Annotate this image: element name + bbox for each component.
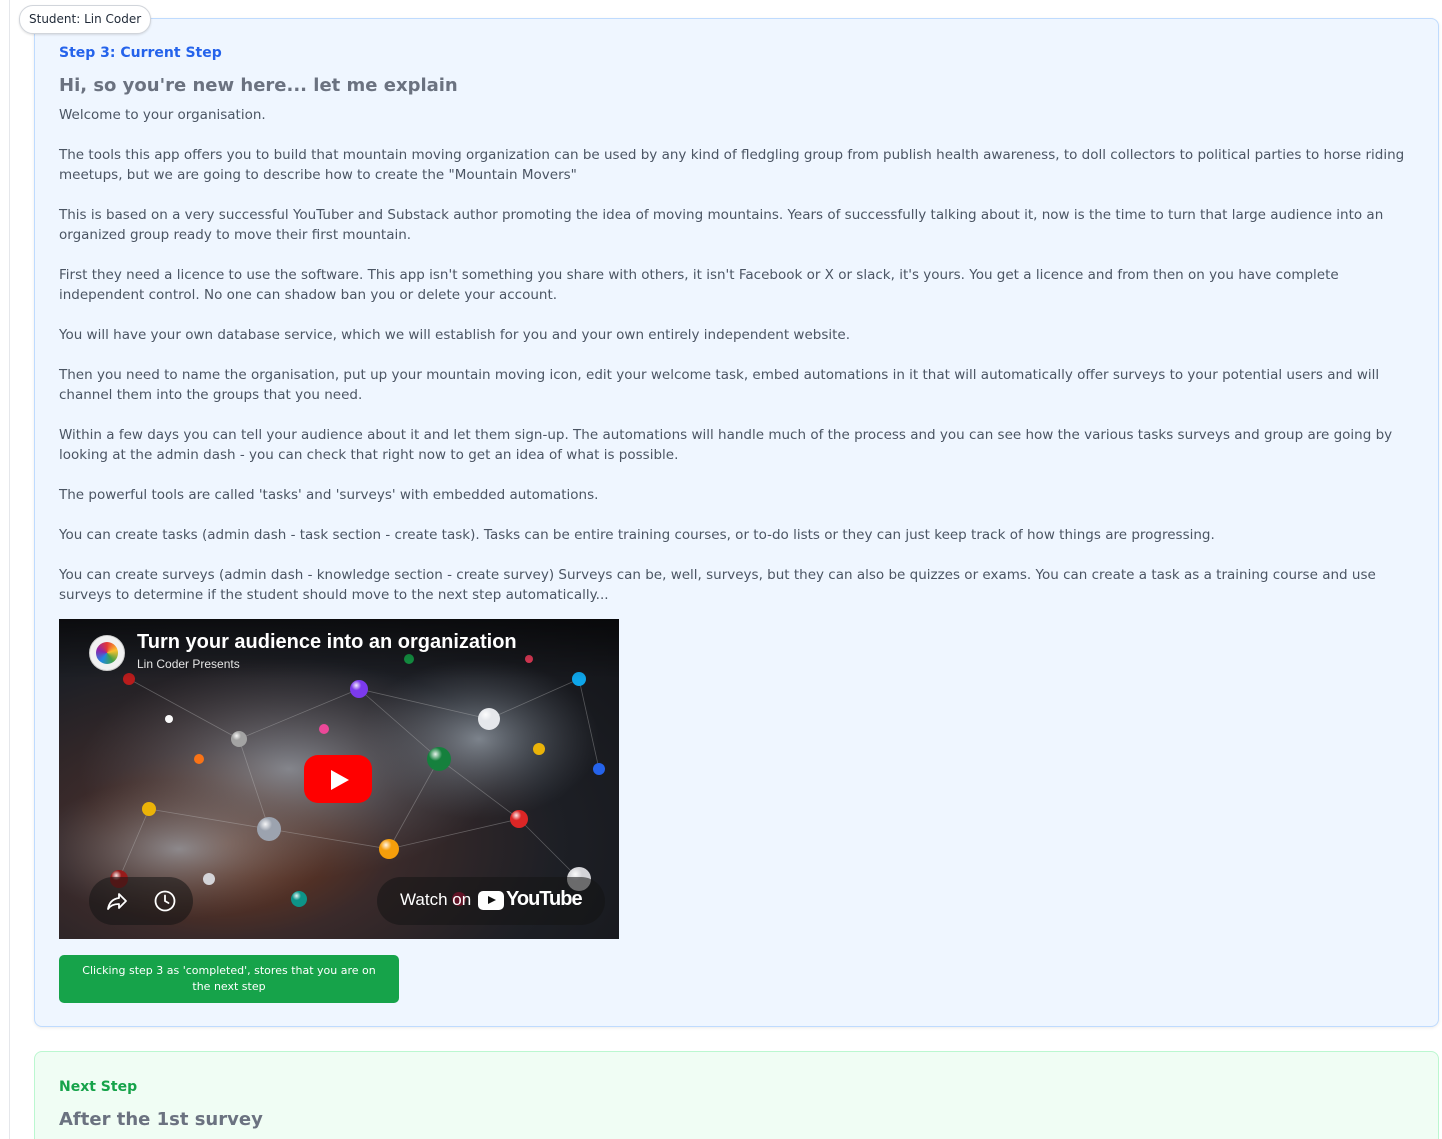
next-step-label: Next Step: [59, 1079, 138, 1095]
play-icon: [331, 770, 349, 790]
paragraph: Welcome to your organisation.: [59, 107, 266, 123]
share-icon[interactable]: [105, 889, 129, 913]
watch-later-icon[interactable]: [153, 889, 177, 913]
watch-on-label: Watch on: [400, 890, 472, 909]
paragraph: You can create tasks (admin dash - task …: [59, 527, 1215, 543]
paragraph: You will have your own database service,…: [59, 327, 851, 343]
video-title[interactable]: Turn your audience into an organization: [137, 631, 517, 654]
left-divider: [9, 0, 10, 1139]
next-step-card: Next Step After the 1st survey: [34, 1051, 1439, 1139]
play-button[interactable]: [304, 755, 372, 803]
student-badge: Student: Lin Coder: [19, 5, 152, 34]
paragraph: Within a few days you can tell your audi…: [59, 427, 1393, 463]
step-title: Hi, so you're new here... let me explain: [59, 75, 458, 96]
paragraph: The powerful tools are called 'tasks' an…: [59, 487, 599, 503]
page: Student: Lin Coder Step 3: Current Step …: [0, 0, 1442, 1139]
step-description: Welcome to your organisation. The tools …: [59, 105, 1419, 625]
watch-on-youtube-button[interactable]: Watch on YouTube: [377, 877, 605, 925]
paragraph: The tools this app offers you to build t…: [59, 147, 1405, 183]
mark-step-complete-button[interactable]: Clicking step 3 as 'completed', stores t…: [59, 955, 399, 1003]
paragraph: This is based on a very successful YouTu…: [59, 207, 1384, 243]
paragraph: First they need a licence to use the sof…: [59, 267, 1339, 303]
paragraph: You can create surveys (admin dash - kno…: [59, 567, 1376, 603]
channel-avatar[interactable]: [89, 635, 125, 671]
youtube-logo-icon: [478, 891, 504, 910]
youtube-wordmark: YouTube: [506, 888, 583, 910]
video-channel-name[interactable]: Lin Coder Presents: [137, 657, 240, 671]
current-step-card: Step 3: Current Step Hi, so you're new h…: [34, 18, 1439, 1027]
step-label: Step 3: Current Step: [59, 45, 222, 61]
next-step-title: After the 1st survey: [59, 1109, 263, 1130]
paragraph: Then you need to name the organisation, …: [59, 367, 1380, 403]
youtube-embed[interactable]: Turn your audience into an organization …: [59, 619, 619, 939]
